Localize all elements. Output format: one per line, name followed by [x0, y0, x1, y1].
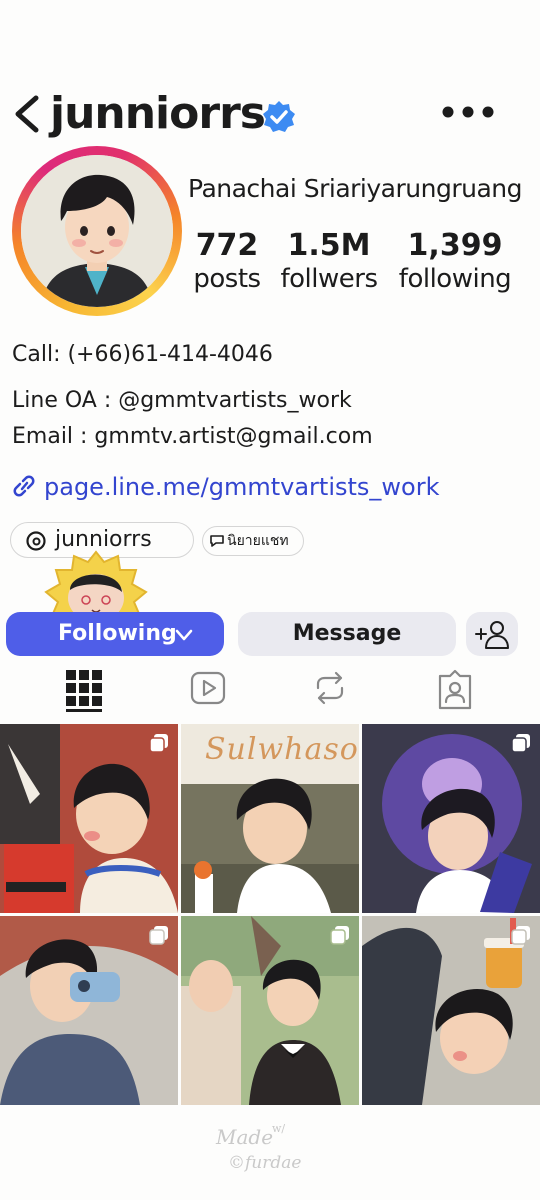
posts-count: 772	[195, 228, 259, 263]
tab-grid[interactable]	[54, 668, 114, 718]
chat-novel-chip[interactable]: นิยายแชท	[202, 526, 304, 556]
post-tile[interactable]: Sulwhasoo	[181, 724, 359, 913]
chevron-down-icon	[175, 629, 193, 641]
svg-text:©furdae: ©furdae	[228, 1153, 301, 1173]
back-arrow-icon[interactable]	[8, 92, 48, 136]
tab-reels[interactable]	[178, 668, 238, 718]
following-label: following	[398, 264, 512, 294]
following-button-label: Following	[58, 621, 177, 646]
more-options-icon[interactable]	[440, 104, 496, 120]
bio-link[interactable]: page.line.me/gmmtvartists_work	[10, 470, 440, 504]
tab-tagged[interactable]	[425, 668, 485, 718]
posts-stat: 772 posts	[182, 228, 272, 294]
chat-icon	[210, 535, 224, 547]
add-person-button[interactable]	[466, 612, 518, 656]
bio-email: Email : gmmtv.artist@gmail.com	[12, 424, 373, 449]
followers-stat[interactable]: 1.5M follwers	[270, 228, 388, 294]
message-button[interactable]: Message	[238, 612, 456, 656]
bio-line-oa: Line OA : @gmmtvartists_work	[12, 388, 352, 413]
profile-full-name: Panachai Sriariyarungruang	[188, 174, 523, 203]
tab-reposts[interactable]	[300, 668, 360, 718]
add-person-icon	[475, 621, 509, 649]
multi-photo-icon	[511, 926, 530, 945]
post-tile[interactable]	[0, 724, 178, 913]
bio-call: Call: (+66)61-414-4046	[12, 342, 273, 367]
profile-username: junniorrs	[50, 88, 266, 139]
bio-link-text: page.line.me/gmmtvartists_work	[44, 473, 440, 501]
posts-grid: Sulwhasoo	[0, 724, 540, 1106]
link-icon	[10, 473, 38, 497]
reels-icon	[190, 671, 226, 705]
grid-icon	[66, 670, 102, 712]
followers-count: 1.5M	[287, 228, 371, 263]
tagged-icon	[438, 669, 472, 710]
posts-label: posts	[193, 264, 261, 294]
verified-badge-icon	[262, 100, 296, 134]
multi-photo-icon	[511, 734, 530, 753]
multi-photo-icon	[330, 926, 349, 945]
post-caption-text: Sulwhasoo	[205, 732, 359, 767]
following-button[interactable]: Following	[6, 612, 224, 656]
post-tile[interactable]	[362, 724, 540, 913]
following-stat[interactable]: 1,399 following	[396, 228, 514, 294]
post-tile[interactable]	[0, 916, 178, 1105]
followers-label: follwers	[280, 264, 378, 294]
post-tile[interactable]	[181, 916, 359, 1105]
svg-text:w/: w/	[272, 1122, 285, 1135]
multi-photo-icon	[149, 926, 168, 945]
reposts-icon	[316, 671, 344, 705]
multi-photo-icon	[149, 734, 168, 753]
chat-novel-label: นิยายแชท	[227, 533, 289, 549]
post-tile[interactable]	[362, 916, 540, 1105]
following-count: 1,399	[407, 228, 503, 263]
svg-text:Made: Made	[215, 1125, 273, 1149]
profile-avatar[interactable]	[12, 146, 182, 316]
made-with-furdae-watermark: Made w/ ©furdae	[210, 1118, 330, 1178]
